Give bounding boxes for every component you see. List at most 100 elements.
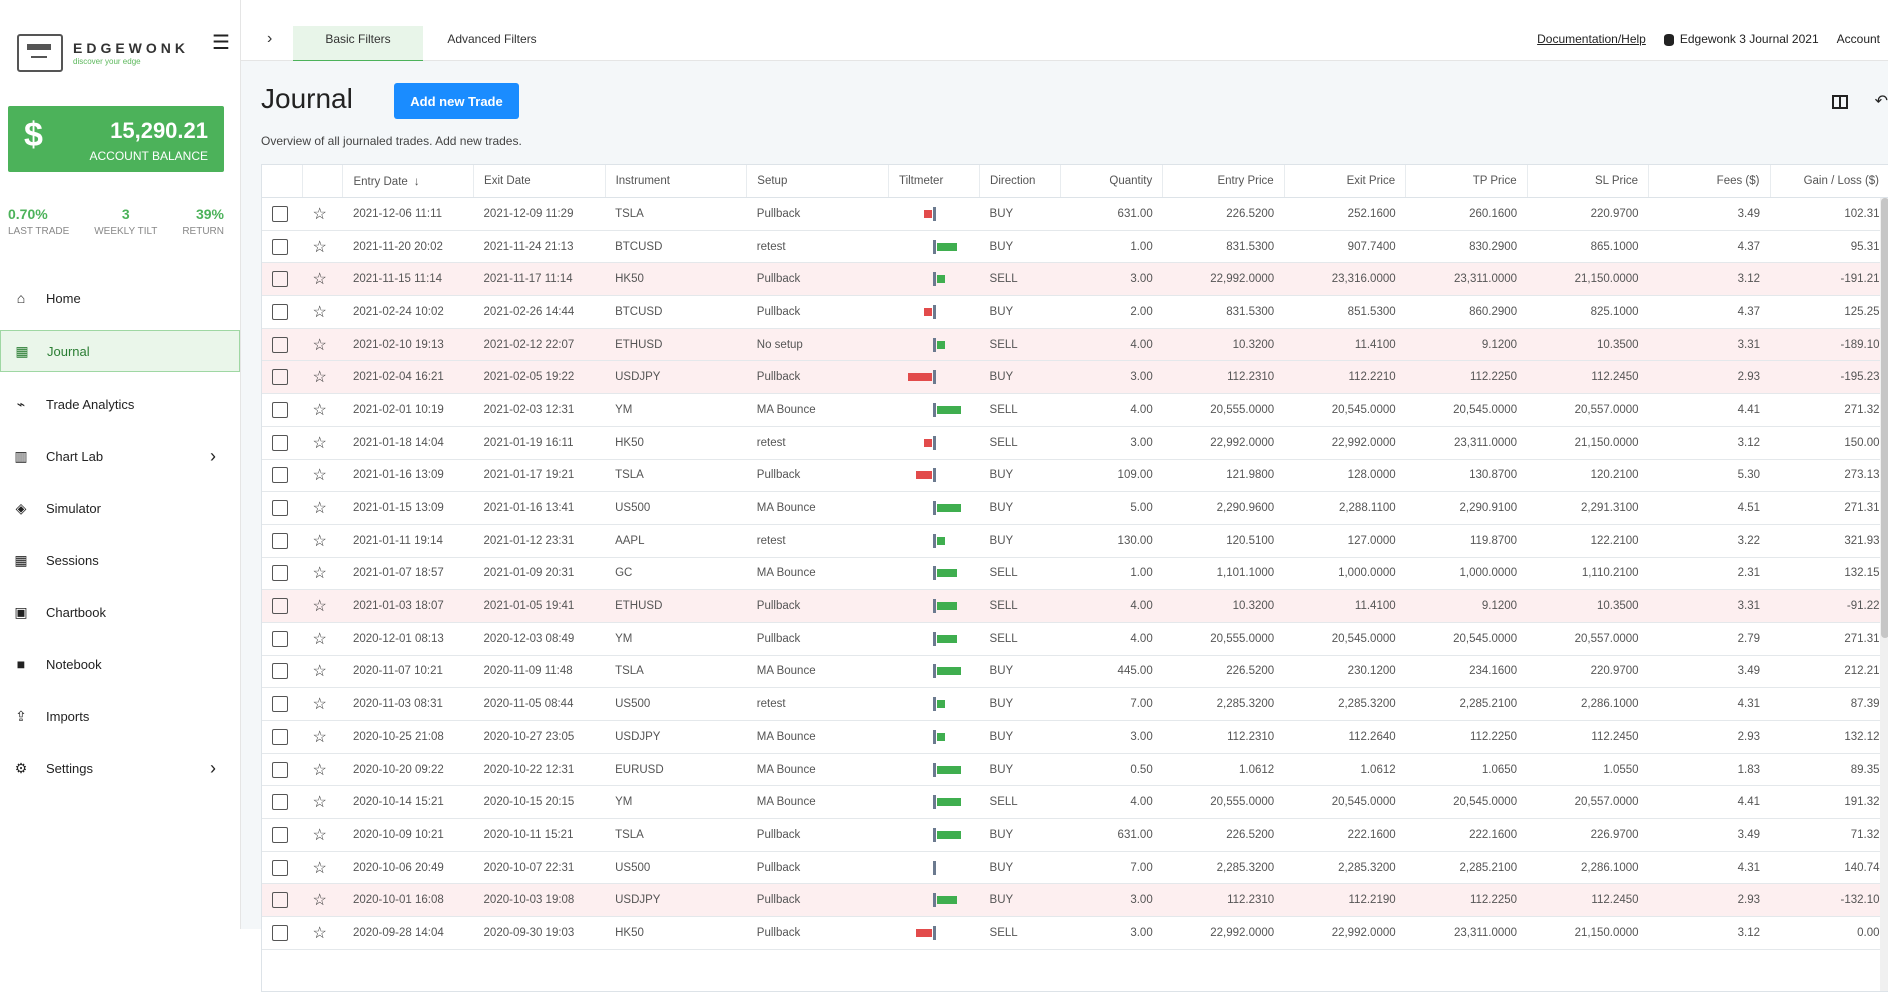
star-icon[interactable]: ☆ — [312, 729, 326, 746]
star-icon[interactable]: ☆ — [312, 435, 326, 452]
tab-basic-filters[interactable]: Basic Filters — [293, 26, 423, 63]
row-checkbox[interactable] — [272, 728, 288, 745]
sort-down-icon[interactable]: ↓ — [414, 174, 420, 188]
row-checkbox[interactable] — [272, 303, 288, 320]
header-entry-date[interactable]: Entry Date ↓ — [342, 165, 475, 198]
row-checkbox[interactable] — [272, 794, 288, 811]
logo[interactable]: EDGEWONK discover your edge — [17, 34, 189, 72]
sidebar-item-sessions[interactable]: ▦ Sessions — [0, 534, 240, 586]
hamburger-menu-icon[interactable]: ☰ — [212, 30, 230, 55]
header-instrument[interactable]: Instrument — [605, 165, 748, 198]
star-icon[interactable]: ☆ — [312, 696, 326, 713]
header-exit-price[interactable]: Exit Price — [1284, 165, 1407, 198]
row-checkbox[interactable] — [272, 565, 288, 582]
sidebar-item-journal[interactable]: ▦ Journal — [0, 330, 240, 372]
columns-layout-icon[interactable] — [1832, 95, 1848, 109]
header-exit-date[interactable]: Exit Date — [473, 165, 606, 198]
row-checkbox[interactable] — [272, 336, 288, 353]
journal-selector[interactable]: Edgewonk 3 Journal 2021 — [1663, 32, 1819, 46]
sidebar-item-simulator[interactable]: ◈ Simulator — [0, 482, 240, 534]
table-row[interactable]: ☆ 2021-02-10 19:13 2021-02-12 22:07 ETHUSD N… — [262, 328, 1888, 362]
star-icon[interactable]: ☆ — [312, 304, 326, 321]
table-row[interactable]: ☆ 2021-01-07 18:57 2021-01-09 20:31 GC MA Bo… — [262, 557, 1888, 591]
chevron-right-icon[interactable]: › — [210, 446, 216, 467]
row-checkbox[interactable] — [272, 467, 288, 484]
table-row[interactable]: ☆ 2020-11-07 10:21 2020-11-09 11:48 TSLA MA … — [262, 655, 1888, 689]
table-row[interactable]: ☆ 2020-09-28 14:04 2020-09-30 19:03 HK50 Pul… — [262, 916, 1888, 950]
chevron-right-icon[interactable]: › — [210, 758, 216, 779]
row-checkbox[interactable] — [272, 271, 288, 288]
table-row[interactable]: ☆ 2021-01-11 19:14 2021-01-12 23:31 AAPL ret… — [262, 524, 1888, 558]
row-checkbox[interactable] — [272, 532, 288, 549]
table-row[interactable]: ☆ 2020-10-14 15:21 2020-10-15 20:15 YM MA Bo… — [262, 785, 1888, 820]
row-checkbox[interactable] — [272, 924, 288, 941]
row-checkbox[interactable] — [272, 434, 288, 451]
account-link[interactable]: Account — [1837, 32, 1880, 46]
star-icon[interactable]: ☆ — [312, 402, 326, 419]
header-tp-price[interactable]: TP Price — [1405, 165, 1528, 198]
header-quantity[interactable]: Quantity — [1060, 165, 1164, 198]
header-sl-price[interactable]: SL Price — [1527, 165, 1650, 198]
sidebar-item-chartbook[interactable]: ▣ Chartbook — [0, 586, 240, 638]
table-row[interactable]: ☆ 2021-11-15 11:14 2021-11-17 11:14 HK50 Pul… — [262, 262, 1888, 297]
row-checkbox[interactable] — [272, 369, 288, 386]
header-gain-loss[interactable]: Gain / Loss ($) — [1770, 165, 1888, 198]
undo-icon[interactable]: ↶ — [1875, 91, 1888, 111]
row-checkbox[interactable] — [272, 892, 288, 909]
header-direction[interactable]: Direction — [979, 165, 1062, 198]
table-row[interactable]: ☆ 2020-10-25 21:08 2020-10-27 23:05 USDJPY M… — [262, 720, 1888, 754]
header-setup[interactable]: Setup — [746, 165, 889, 198]
row-checkbox[interactable] — [272, 761, 288, 778]
star-icon[interactable]: ☆ — [312, 565, 326, 582]
row-checkbox[interactable] — [272, 696, 288, 713]
sidebar-item-imports[interactable]: ⇪ Imports — [0, 690, 240, 742]
star-icon[interactable]: ☆ — [312, 762, 326, 779]
star-icon[interactable]: ☆ — [312, 860, 326, 877]
star-icon[interactable]: ☆ — [312, 467, 326, 484]
star-icon[interactable]: ☆ — [312, 533, 326, 550]
row-checkbox[interactable] — [272, 500, 288, 517]
table-row[interactable]: ☆ 2020-10-06 20:49 2020-10-07 22:31 US500 Pu… — [262, 851, 1888, 885]
row-checkbox[interactable] — [272, 401, 288, 418]
scrollbar-thumb[interactable] — [1881, 198, 1888, 638]
table-scrollbar[interactable] — [1880, 198, 1888, 991]
add-new-trade-button[interactable]: Add new Trade — [394, 83, 519, 119]
chevron-right-icon[interactable]: › — [267, 30, 272, 48]
table-row[interactable]: ☆ 2020-10-01 16:08 2020-10-03 19:08 USDJPY P… — [262, 883, 1888, 918]
row-checkbox[interactable] — [272, 238, 288, 255]
table-row[interactable]: ☆ 2021-01-15 13:09 2021-01-16 13:41 US500 MA… — [262, 491, 1888, 525]
star-icon[interactable]: ☆ — [312, 794, 326, 811]
table-row[interactable]: ☆ 2021-12-06 11:11 2021-12-09 11:29 TSLA Pul… — [262, 197, 1888, 231]
table-row[interactable]: ☆ 2020-12-01 08:13 2020-12-03 08:49 YM Pullb… — [262, 622, 1888, 656]
table-row[interactable]: ☆ 2020-10-20 09:22 2020-10-22 12:31 EURUSD M… — [262, 753, 1888, 787]
table-row[interactable]: ☆ 2021-02-04 16:21 2021-02-05 19:22 USDJPY P… — [262, 360, 1888, 395]
table-row[interactable]: ☆ 2021-02-01 10:19 2021-02-03 12:31 YM MA Bo… — [262, 393, 1888, 427]
table-row[interactable]: ☆ 2021-11-20 20:02 2021-11-24 21:13 BTCUSD r… — [262, 230, 1888, 264]
row-checkbox[interactable] — [272, 663, 288, 680]
sidebar-item-notebook[interactable]: ■ Notebook — [0, 638, 240, 690]
tab-advanced-filters[interactable]: Advanced Filters — [437, 26, 547, 60]
star-icon[interactable]: ☆ — [312, 337, 326, 354]
sidebar-item-chart-lab[interactable]: ▥ Chart Lab › — [0, 430, 240, 482]
table-row[interactable]: ☆ 2021-01-18 14:04 2021-01-19 16:11 HK50 ret… — [262, 426, 1888, 460]
star-icon[interactable]: ☆ — [312, 369, 326, 386]
star-icon[interactable]: ☆ — [312, 239, 326, 256]
sidebar-item-home[interactable]: ⌂ Home — [0, 272, 240, 324]
star-icon[interactable]: ☆ — [312, 631, 326, 648]
row-checkbox[interactable] — [272, 630, 288, 647]
table-row[interactable]: ☆ 2021-01-03 18:07 2021-01-05 19:41 ETHUSD P… — [262, 589, 1888, 623]
header-tiltmeter[interactable]: Tiltmeter — [888, 165, 981, 198]
star-icon[interactable]: ☆ — [312, 892, 326, 909]
star-icon[interactable]: ☆ — [312, 206, 326, 223]
table-row[interactable]: ☆ 2020-11-03 08:31 2020-11-05 08:44 US500 re… — [262, 687, 1888, 721]
table-row[interactable]: ☆ 2021-01-16 13:09 2021-01-17 19:21 TSLA Pul… — [262, 459, 1888, 493]
sidebar-item-settings[interactable]: ⚙ Settings › — [0, 742, 240, 794]
star-icon[interactable]: ☆ — [312, 925, 326, 942]
star-icon[interactable]: ☆ — [312, 827, 326, 844]
table-row[interactable]: ☆ 2020-10-09 10:21 2020-10-11 15:21 TSLA Pul… — [262, 818, 1888, 852]
row-checkbox[interactable] — [272, 598, 288, 615]
row-checkbox[interactable] — [272, 826, 288, 843]
table-row[interactable]: ☆ 2021-02-24 10:02 2021-02-26 14:44 BTCUSD P… — [262, 295, 1888, 329]
documentation-link[interactable]: Documentation/Help — [1537, 32, 1646, 46]
star-icon[interactable]: ☆ — [312, 500, 326, 517]
